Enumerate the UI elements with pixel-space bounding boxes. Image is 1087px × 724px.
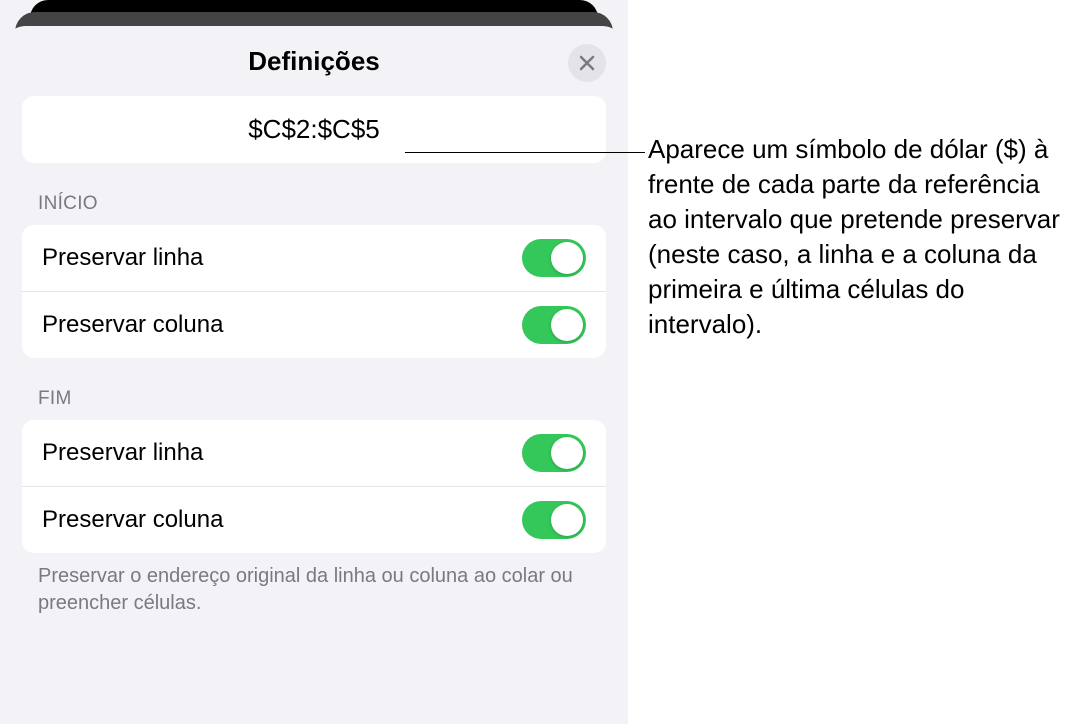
preserve-row-start-label: Preservar linha <box>42 244 203 272</box>
section-header-end: FIM <box>38 388 590 410</box>
section-header-start: INÍCIO <box>38 193 590 215</box>
preserve-column-end-label: Preservar coluna <box>42 506 223 534</box>
toggle-knob <box>551 437 583 469</box>
callout-text: Aparece um símbolo de dólar ($) à frente… <box>648 132 1068 343</box>
preserve-row-end-label: Preservar linha <box>42 439 203 467</box>
preserve-row-start-toggle[interactable] <box>522 239 586 277</box>
callout-leader-line <box>405 152 645 153</box>
preserve-row-end: Preservar linha <box>22 420 606 486</box>
section-group-end: Preservar linha Preservar coluna <box>22 420 606 553</box>
preserve-row-start: Preservar linha <box>22 225 606 291</box>
preserve-column-start-toggle[interactable] <box>522 306 586 344</box>
preserve-row-end-toggle[interactable] <box>522 434 586 472</box>
preserve-column-start: Preservar coluna <box>22 291 606 358</box>
toggle-knob <box>551 504 583 536</box>
preserve-column-end: Preservar coluna <box>22 486 606 553</box>
section-group-start: Preservar linha Preservar coluna <box>22 225 606 358</box>
reference-value: $C$2:$C$5 <box>248 114 380 144</box>
footer-note: Preservar o endereço original da linha o… <box>38 563 590 617</box>
preserve-column-start-label: Preservar coluna <box>42 311 223 339</box>
toggle-knob <box>551 309 583 341</box>
toggle-knob <box>551 242 583 274</box>
preserve-column-end-toggle[interactable] <box>522 501 586 539</box>
settings-panel-backdrop: Definições $C$2:$C$5 INÍCIO Preservar li… <box>0 0 628 724</box>
close-button[interactable] <box>568 44 606 82</box>
sheet-header: Definições <box>2 26 626 96</box>
sheet-title: Definições <box>248 46 380 77</box>
close-icon <box>579 55 595 71</box>
settings-sheet: Definições $C$2:$C$5 INÍCIO Preservar li… <box>2 26 626 724</box>
